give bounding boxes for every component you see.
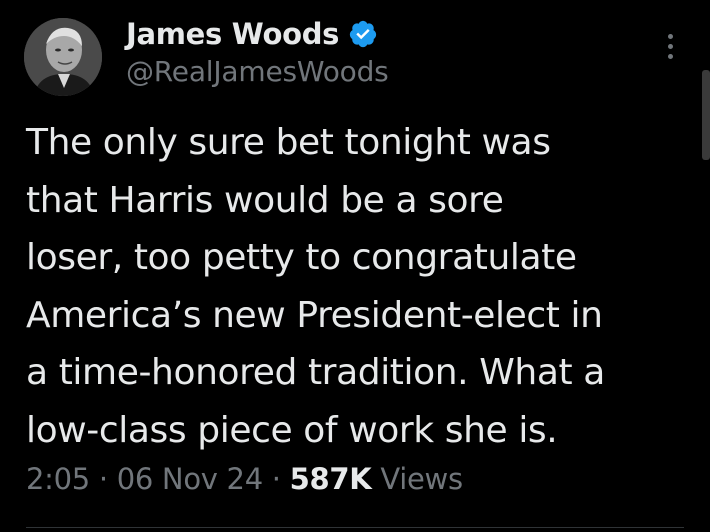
- more-vertical-icon[interactable]: [660, 34, 680, 64]
- scrollbar[interactable]: [702, 70, 710, 160]
- verified-badge-icon[interactable]: [348, 19, 378, 49]
- meta-separator: ·: [98, 462, 108, 496]
- tweet-text-line: loser, too petty to congratulate: [26, 237, 577, 278]
- tweet: James Woods @RealJamesWoods The only sur…: [0, 0, 710, 532]
- divider: [26, 527, 684, 528]
- tweet-text: The only sure bet tonight was that Harri…: [26, 114, 698, 459]
- views-label: Views: [380, 462, 463, 496]
- tweet-time[interactable]: 2:05: [26, 462, 90, 496]
- author-handle[interactable]: @RealJamesWoods: [126, 55, 389, 88]
- tweet-text-line: a time-honored tradition. What a: [26, 352, 605, 393]
- tweet-text-line: that Harris would be a sore: [26, 179, 504, 221]
- author-name-row: James Woods: [126, 14, 378, 54]
- avatar[interactable]: [24, 18, 102, 96]
- tweet-date[interactable]: 06 Nov 24: [117, 462, 263, 496]
- tweet-text-line: low-class piece of work she is.: [26, 409, 558, 451]
- meta-separator: ·: [271, 462, 281, 496]
- tweet-meta: 2:05 · 06 Nov 24 · 587K Views: [26, 462, 463, 496]
- tweet-text-line: America’s new President-elect in: [26, 294, 603, 336]
- author-name[interactable]: James Woods: [126, 17, 339, 51]
- views-count: 587K: [289, 462, 372, 496]
- tweet-text-line: The only sure bet tonight was: [26, 122, 551, 163]
